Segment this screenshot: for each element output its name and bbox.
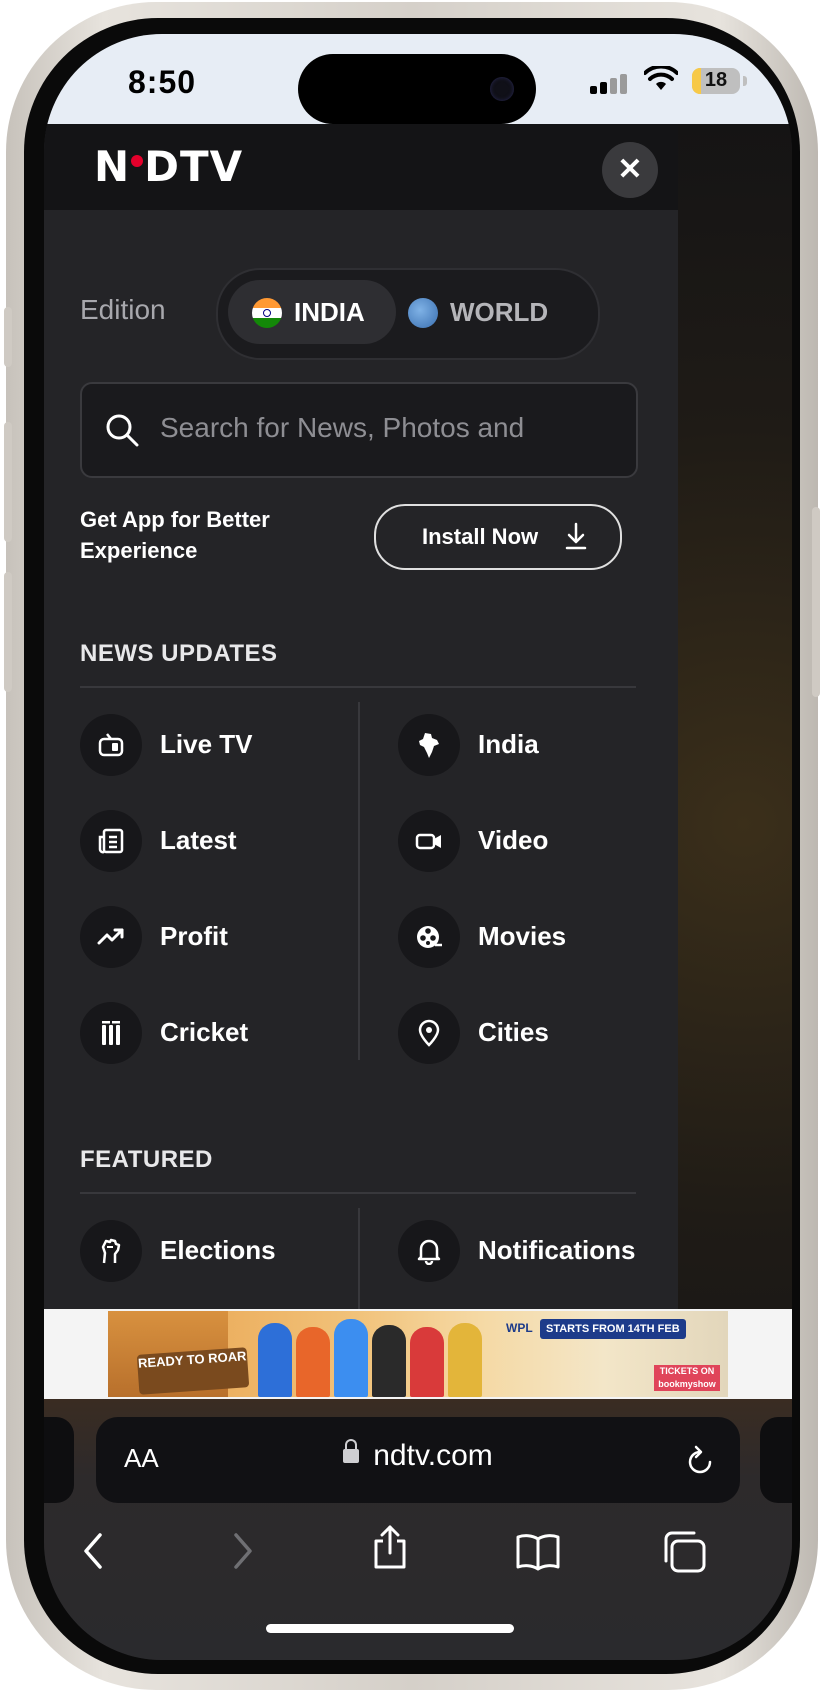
safari-toolbar: AA ndtv.com xyxy=(44,1399,792,1660)
search-input[interactable]: Search for News, Photos and xyxy=(80,382,638,478)
edition-india-label: INDIA xyxy=(294,297,365,327)
ad-player xyxy=(258,1323,292,1397)
close-button[interactable]: ✕ xyxy=(602,142,658,198)
previous-tab-preview[interactable] xyxy=(44,1417,74,1503)
india-map-icon xyxy=(398,714,460,776)
install-now-button[interactable]: Install Now xyxy=(374,504,622,570)
news-updates-divider xyxy=(80,686,636,688)
nav-label: Notifications xyxy=(478,1235,636,1265)
globe-icon xyxy=(408,298,438,328)
film-reel-icon xyxy=(398,906,460,968)
wpl-ad[interactable]: READY TO ROAR WPL STARTS FROM 14TH FEB T… xyxy=(108,1311,728,1397)
get-app-text: Get App for Better Experience xyxy=(80,507,270,563)
edition-world-label: WORLD xyxy=(450,297,549,327)
ad-player xyxy=(410,1327,444,1397)
logo-n: N xyxy=(94,142,131,191)
search-icon xyxy=(106,414,139,447)
logo-dot xyxy=(131,155,144,167)
phone-frame: 8:50 18 N DTV ✕ Edition INDIA WORLD Sear… xyxy=(4,2,820,1690)
reload-icon[interactable] xyxy=(684,1443,716,1477)
nav-label: Video xyxy=(478,825,549,855)
volume-up-button xyxy=(4,422,12,542)
newspaper-icon xyxy=(80,810,142,872)
ad-banner[interactable]: READY TO ROAR WPL STARTS FROM 14TH FEB T… xyxy=(44,1309,792,1399)
location-pin-icon xyxy=(398,1002,460,1064)
featured-heading: FEATURED xyxy=(80,1146,213,1173)
url-value: ndtv.com xyxy=(373,1439,493,1472)
ad-brand: WPL xyxy=(506,1321,533,1335)
wifi-icon xyxy=(644,66,678,90)
ad-player xyxy=(296,1327,330,1397)
back-icon[interactable] xyxy=(78,1531,108,1571)
nav-label: Live TV xyxy=(160,729,253,759)
news-updates-column-divider xyxy=(358,702,360,1060)
nav-label: Cities xyxy=(478,1017,549,1047)
featured-column-divider xyxy=(358,1208,360,1309)
battery-tip xyxy=(743,76,747,86)
ad-date: STARTS FROM 14TH FEB xyxy=(540,1319,686,1339)
home-indicator[interactable] xyxy=(266,1624,514,1633)
ad-player xyxy=(334,1319,368,1397)
news-updates-heading: NEWS UPDATES xyxy=(80,640,278,667)
action-button xyxy=(4,307,12,367)
screen: 8:50 18 N DTV ✕ Edition INDIA WORLD Sear… xyxy=(44,34,792,1660)
nav-label: Elections xyxy=(160,1235,276,1265)
lock-icon xyxy=(343,1439,360,1463)
edition-world-option[interactable]: WORLD xyxy=(406,280,566,344)
nav-label: Movies xyxy=(478,921,567,951)
battery-percent: 18 xyxy=(704,69,728,91)
download-icon xyxy=(565,522,587,550)
bookmarks-icon[interactable] xyxy=(514,1531,562,1571)
logo-dtv: DTV xyxy=(144,142,244,191)
forward-icon[interactable] xyxy=(228,1531,258,1571)
trending-up-icon xyxy=(80,906,142,968)
cricket-stumps-icon xyxy=(80,1002,142,1064)
nav-label: Cricket xyxy=(160,1017,249,1047)
ad-player xyxy=(372,1325,406,1397)
side-menu: N DTV ✕ Edition INDIA WORLD Search for N… xyxy=(44,124,678,1309)
raised-fist-icon xyxy=(80,1220,142,1282)
dynamic-island xyxy=(298,54,536,124)
install-now-label: Install Now xyxy=(422,524,539,549)
status-time: 8:50 xyxy=(128,64,197,100)
nav-label: Latest xyxy=(160,825,237,855)
close-icon: ✕ xyxy=(617,153,643,186)
ad-player xyxy=(448,1323,482,1397)
bell-icon xyxy=(398,1220,460,1282)
nav-label: India xyxy=(478,729,539,759)
edition-switcher: INDIA WORLD xyxy=(216,268,600,360)
search-placeholder: Search for News, Photos and xyxy=(160,412,525,443)
featured-divider xyxy=(80,1192,636,1194)
power-button xyxy=(812,507,820,697)
address-bar[interactable]: AA ndtv.com xyxy=(96,1417,740,1503)
volume-down-button xyxy=(4,572,12,692)
battery-icon: 18 xyxy=(692,68,740,94)
next-tab-preview[interactable] xyxy=(760,1417,792,1503)
ad-tickets: TICKETS ON bookmyshow xyxy=(654,1365,720,1391)
camera-icon xyxy=(490,77,514,101)
video-camera-icon xyxy=(398,810,460,872)
menu-header: N DTV ✕ xyxy=(44,124,678,210)
ad-headline-sign: READY TO ROAR xyxy=(136,1347,250,1395)
ndtv-logo[interactable]: N DTV xyxy=(94,142,243,191)
nav-label: Profit xyxy=(160,921,228,951)
url-text: ndtv.com xyxy=(96,1439,740,1473)
edition-label: Edition xyxy=(80,294,166,325)
status-bar: 8:50 18 xyxy=(44,34,792,124)
india-flag-icon xyxy=(252,298,282,328)
edition-india-option[interactable]: INDIA xyxy=(228,280,396,344)
tv-icon xyxy=(80,714,142,776)
tabs-icon[interactable] xyxy=(662,1531,708,1573)
share-icon[interactable] xyxy=(370,1523,410,1571)
